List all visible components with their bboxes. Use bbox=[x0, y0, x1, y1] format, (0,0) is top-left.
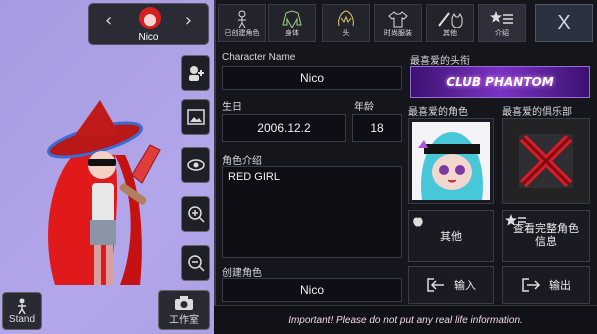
privacy-notice: Important! Please do not put any real li… bbox=[214, 305, 597, 334]
character-leg-right bbox=[106, 245, 113, 285]
tab-other[interactable]: 其他 bbox=[426, 4, 474, 42]
age-field[interactable]: 18 bbox=[352, 114, 402, 142]
hat-top bbox=[75, 100, 120, 135]
export-icon bbox=[522, 278, 541, 292]
add-person-icon bbox=[188, 66, 204, 81]
next-character-icon[interactable]: › bbox=[185, 10, 192, 31]
tab-label: 已创建角色 bbox=[224, 30, 260, 37]
other-button[interactable]: 其他 bbox=[408, 210, 494, 262]
character-name-label: Nico bbox=[138, 32, 159, 43]
star-list-icon bbox=[490, 11, 513, 24]
character-name-field[interactable]: Nico bbox=[222, 66, 402, 90]
favorite-title-banner[interactable]: CLUB PHANTOM bbox=[410, 66, 590, 98]
camera-icon bbox=[175, 295, 193, 310]
zoom-in-button[interactable] bbox=[181, 196, 210, 232]
favorite-character-portrait[interactable] bbox=[408, 118, 494, 204]
birthday-field[interactable]: 2006.12.2 bbox=[222, 114, 346, 142]
favorite-club-label: 最喜爱的俱乐部 bbox=[502, 107, 572, 118]
star-list-icon bbox=[505, 214, 526, 226]
character-name-label: Character Name bbox=[222, 52, 296, 63]
import-label: 输入 bbox=[454, 280, 476, 292]
character-skirt bbox=[90, 220, 116, 245]
tab-label: 身体 bbox=[285, 30, 299, 37]
full-profile-button[interactable]: 查看完整角色信息 bbox=[502, 210, 590, 262]
tab-fashion[interactable]: 时尚服装 bbox=[374, 4, 422, 42]
apple-icon bbox=[413, 217, 423, 227]
import-button[interactable]: 输入 bbox=[408, 266, 494, 304]
background-button[interactable] bbox=[181, 99, 210, 135]
creator-label: 创建角色 bbox=[222, 268, 262, 279]
title-banner-text: CLUB PHANTOM bbox=[446, 75, 554, 89]
import-icon bbox=[427, 278, 444, 292]
tab-label: 时尚服装 bbox=[384, 30, 412, 37]
stand-button[interactable]: Stand bbox=[2, 292, 42, 330]
studio-label: 工作室 bbox=[169, 314, 199, 326]
other-label: 其他 bbox=[440, 231, 462, 243]
view-button[interactable] bbox=[181, 147, 210, 183]
intro-label: 角色介绍 bbox=[222, 156, 262, 167]
tab-body[interactable]: 身体 bbox=[268, 4, 316, 42]
prev-character-icon[interactable]: ‹ bbox=[105, 10, 112, 31]
add-character-button[interactable] bbox=[181, 55, 210, 91]
image-icon bbox=[186, 109, 205, 125]
stand-pose-icon bbox=[18, 298, 26, 314]
sword-blade bbox=[131, 144, 161, 184]
favorite-title-label: 最喜爱的头衔 bbox=[410, 56, 470, 67]
age-label: 年龄 bbox=[354, 102, 374, 113]
tab-intro[interactable]: 介绍 bbox=[478, 4, 526, 42]
sword-cat-icon bbox=[438, 12, 463, 28]
birthday-label: 生日 bbox=[222, 102, 242, 113]
favorite-club-emblem[interactable] bbox=[502, 118, 590, 204]
zoom-out-icon bbox=[187, 255, 205, 272]
shirt-icon bbox=[388, 11, 408, 28]
tab-label: 介绍 bbox=[495, 30, 509, 37]
export-button[interactable]: 输出 bbox=[502, 266, 590, 304]
jacket-icon bbox=[282, 10, 302, 28]
sunglasses bbox=[88, 159, 116, 166]
tab-label: 其他 bbox=[443, 30, 457, 37]
person-icon bbox=[238, 10, 246, 28]
character-body bbox=[92, 183, 114, 223]
eye-icon bbox=[186, 159, 205, 171]
creator-field[interactable]: Nico bbox=[222, 278, 402, 302]
character-switcher: ‹ › Nico bbox=[88, 3, 209, 45]
tab-head[interactable]: 头 bbox=[322, 4, 370, 42]
studio-button[interactable]: 工作室 bbox=[158, 290, 210, 330]
favorite-character-label: 最喜爱的角色 bbox=[408, 107, 468, 118]
character-leg-left bbox=[94, 245, 101, 285]
export-label: 输出 bbox=[549, 280, 571, 292]
favorite-character-image bbox=[412, 122, 490, 200]
close-icon: X bbox=[557, 11, 571, 34]
notice-text: Important! Please do not put any real li… bbox=[288, 314, 523, 326]
character-figure bbox=[47, 100, 161, 285]
tab-label: 头 bbox=[342, 30, 350, 37]
stand-label: Stand bbox=[8, 313, 36, 325]
hair-icon bbox=[338, 10, 354, 27]
zoom-out-button[interactable] bbox=[181, 245, 210, 281]
zoom-in-icon bbox=[187, 206, 205, 223]
character-avatar bbox=[139, 7, 161, 29]
intro-textarea[interactable]: RED GIRL bbox=[222, 166, 402, 258]
club-emblem-icon bbox=[519, 134, 573, 188]
tab-created-characters[interactable]: 已创建角色 bbox=[218, 4, 266, 42]
close-button[interactable]: X bbox=[535, 4, 593, 42]
